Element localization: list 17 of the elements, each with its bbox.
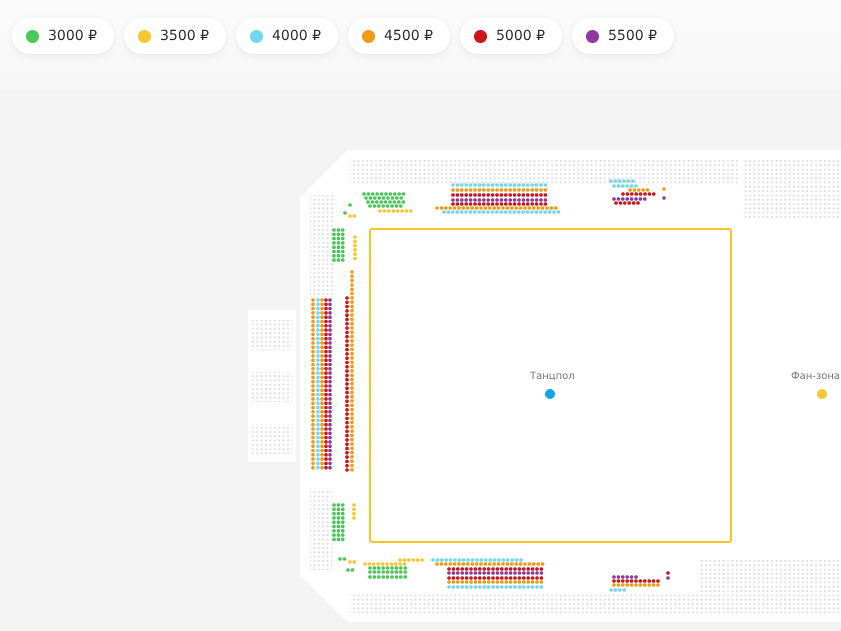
seat-row [352,503,356,520]
seat-row [346,568,354,572]
price-filter-chip[interactable]: 3000 ₽ [12,18,114,54]
seat-row [348,560,356,564]
price-filter-chip[interactable]: 4500 ₽ [348,18,450,54]
zone-label: Фан-зона [791,371,840,382]
zone-label: Танцпол [530,371,575,382]
seat-block [332,228,345,262]
price-filter-chip[interactable]: 5000 ₽ [460,18,562,54]
price-filter-chip[interactable]: 3500 ₽ [124,18,226,54]
seat-row [662,196,666,200]
seat-row [662,187,666,191]
price-filter-chip[interactable]: 5500 ₽ [572,18,674,54]
seat-row [338,557,346,561]
seat-block [332,503,345,542]
price-filter-chip[interactable]: 4000 ₽ [236,18,338,54]
seat-row [353,235,357,260]
